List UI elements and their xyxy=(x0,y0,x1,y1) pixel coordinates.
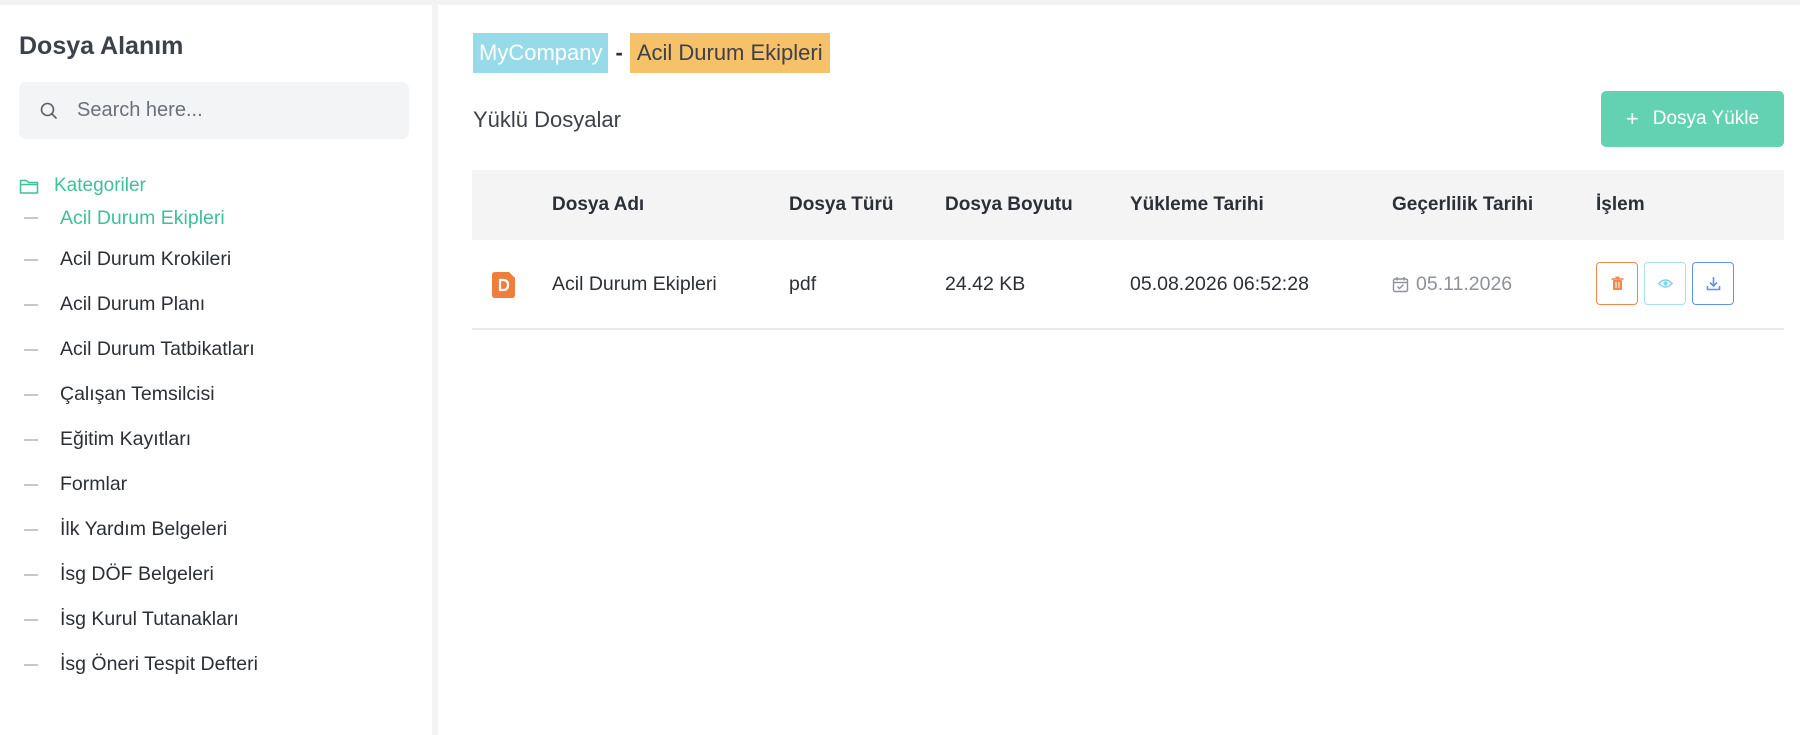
breadcrumb-separator: - xyxy=(615,40,623,65)
breadcrumb-company[interactable]: MyCompany xyxy=(473,33,609,73)
dash-icon xyxy=(24,303,38,306)
category-item-formlar[interactable]: Formlar xyxy=(19,462,419,507)
category-item-label: İsg Öneri Tespit Defteri xyxy=(60,653,258,675)
dash-icon xyxy=(24,348,38,351)
row-actions xyxy=(1596,262,1734,305)
category-item-label: Acil Durum Ekipleri xyxy=(60,206,225,229)
category-item-label: Eğitim Kayıtları xyxy=(60,428,192,450)
category-item-acil-durum-tatbikatlari[interactable]: Acil Durum Tatbikatları xyxy=(19,327,419,372)
files-table: Dosya Adı Dosya Türü Dosya Boyutu Yüklem… xyxy=(472,170,1784,330)
dash-icon xyxy=(24,663,38,666)
column-header-upload-date[interactable]: Yükleme Tarihi xyxy=(1130,194,1264,216)
breadcrumb: MyCompany - Acil Durum Ekipleri xyxy=(473,33,830,73)
column-header-actions: İşlem xyxy=(1596,194,1645,215)
category-item-label: İsg DÖF Belgeleri xyxy=(60,563,214,585)
search-input[interactable] xyxy=(77,82,397,139)
upload-date: 05.08.2026 06:52:28 xyxy=(1130,272,1309,295)
sidebar-title: Dosya Alanım xyxy=(19,32,184,60)
dash-icon xyxy=(24,393,38,396)
upload-file-button[interactable]: + Dosya Yükle xyxy=(1601,91,1784,147)
category-item-isg-oneri-tespit-defteri[interactable]: İsg Öneri Tespit Defteri xyxy=(19,642,419,687)
category-item-label: İsg Kurul Tutanakları xyxy=(60,608,239,630)
column-header-name[interactable]: Dosya Adı xyxy=(552,194,644,216)
category-list: Acil Durum Ekipleri Acil Durum Krokileri… xyxy=(19,205,419,687)
column-header-size[interactable]: Dosya Boyutu xyxy=(945,194,1073,216)
categories-label: Kategoriler xyxy=(54,175,146,196)
section-title: Yüklü Dosyalar xyxy=(473,107,621,132)
valid-until-date: 05.11.2026 xyxy=(1416,272,1513,295)
category-item-isg-kurul-tutanaklari[interactable]: İsg Kurul Tutanakları xyxy=(19,597,419,642)
category-item-acil-durum-ekipleri[interactable]: Acil Durum Ekipleri xyxy=(19,199,419,237)
table-header: Dosya Adı Dosya Türü Dosya Boyutu Yüklem… xyxy=(472,170,1784,240)
category-item-calisan-temsilcisi[interactable]: Çalışan Temsilcisi xyxy=(19,372,419,417)
search-box[interactable] xyxy=(19,82,409,139)
main-panel: MyCompany - Acil Durum Ekipleri Yüklü Do… xyxy=(438,5,1800,735)
category-item-isg-dof-belgeleri[interactable]: İsg DÖF Belgeleri xyxy=(19,552,419,597)
dash-icon xyxy=(24,573,38,576)
categories-header[interactable]: Kategoriler xyxy=(19,175,146,197)
dash-icon xyxy=(24,618,38,621)
dash-icon xyxy=(24,483,38,486)
table-row: Acil Durum Ekipleri pdf 24.42 KB 05.08.2… xyxy=(472,240,1784,330)
category-item-label: Formlar xyxy=(60,473,128,495)
category-item-label: Acil Durum Tatbikatları xyxy=(60,338,255,360)
eye-icon xyxy=(1657,279,1673,288)
search-icon xyxy=(40,102,57,119)
category-item-acil-durum-plani[interactable]: Acil Durum Planı xyxy=(19,282,419,327)
category-item-label: Çalışan Temsilcisi xyxy=(60,383,215,405)
upload-button-label: Dosya Yükle xyxy=(1652,108,1760,129)
plus-icon: + xyxy=(1625,106,1639,131)
file-name[interactable]: Acil Durum Ekipleri xyxy=(552,273,717,296)
category-item-label: İlk Yardım Belgeleri xyxy=(60,518,228,540)
column-header-type[interactable]: Dosya Türü xyxy=(789,194,894,216)
calendar-icon xyxy=(1392,276,1409,292)
column-header-valid-date[interactable]: Geçerlilik Tarihi xyxy=(1392,194,1533,216)
sidebar: Dosya Alanım Kategoriler Acil Durum Ekip… xyxy=(0,5,432,735)
trash-icon xyxy=(1611,276,1623,290)
download-icon xyxy=(1706,277,1720,291)
category-item-acil-durum-krokileri[interactable]: Acil Durum Krokileri xyxy=(19,237,419,282)
dash-icon xyxy=(24,258,38,261)
dash-icon xyxy=(24,528,38,531)
dash-icon xyxy=(24,217,38,219)
folder-icon xyxy=(19,179,39,194)
breadcrumb-section: Acil Durum Ekipleri xyxy=(629,33,830,73)
pdf-file-icon xyxy=(492,272,515,298)
category-item-ilk-yardim-belgeleri[interactable]: İlk Yardım Belgeleri xyxy=(19,507,419,552)
dash-icon xyxy=(24,438,38,441)
category-item-label: Acil Durum Krokileri xyxy=(60,248,232,270)
category-item-label: Acil Durum Planı xyxy=(60,293,206,315)
file-size: 24.42 KB xyxy=(945,272,1026,295)
app-root: Dosya Alanım Kategoriler Acil Durum Ekip… xyxy=(0,0,1800,735)
download-button[interactable] xyxy=(1692,262,1734,305)
category-item-egitim-kayitlari[interactable]: Eğitim Kayıtları xyxy=(19,417,419,462)
delete-button[interactable] xyxy=(1596,262,1638,305)
file-type: pdf xyxy=(789,272,817,295)
valid-until: 05.11.2026 xyxy=(1392,273,1512,296)
view-button[interactable] xyxy=(1644,262,1686,305)
